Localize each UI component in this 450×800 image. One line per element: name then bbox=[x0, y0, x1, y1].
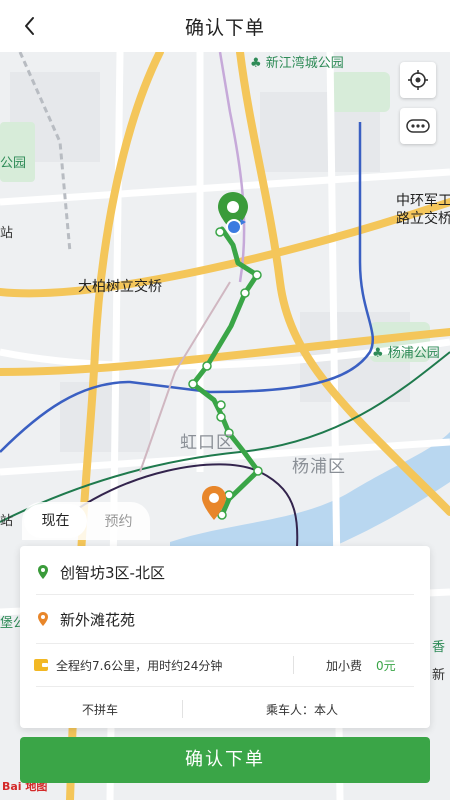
end-point-icon bbox=[38, 612, 48, 626]
map-label-hongkou: 虹口区 bbox=[180, 433, 234, 453]
divider bbox=[182, 700, 183, 718]
tab-now[interactable]: 现在 bbox=[24, 504, 87, 538]
tip-label[interactable]: 加小费 bbox=[326, 657, 362, 674]
start-location-text: 创智坊3区-北区 bbox=[60, 563, 165, 582]
map-label-park-left: 公园 bbox=[0, 156, 27, 171]
confirm-order-button[interactable]: 确认下单 bbox=[20, 737, 430, 783]
tip-value[interactable]: 0元 bbox=[376, 657, 396, 674]
trip-info-row: 全程约7.6公里，用时约24分钟 加小费 0元 bbox=[20, 646, 430, 684]
map-label-right-edge-1: 香 bbox=[432, 640, 446, 655]
map-label-dabaishu: 大柏树立交桥 bbox=[78, 279, 162, 295]
header-bar: 确认下单 bbox=[0, 0, 450, 52]
options-row: 不拼车 乘车人：本人 bbox=[20, 690, 430, 728]
divider bbox=[293, 656, 294, 674]
start-location-row[interactable]: 创智坊3区-北区 bbox=[20, 548, 430, 596]
order-card: 创智坊3区-北区 新外滩花苑 全程约7.6公里，用时约24分钟 加小费 0元 不… bbox=[20, 546, 430, 728]
park-icon: ♣ bbox=[250, 56, 262, 71]
map-label-right-edge-2: 新 bbox=[432, 668, 446, 683]
map-label-yangpu-park: ♣ 杨浦公园 bbox=[372, 346, 440, 361]
crosshair-icon bbox=[408, 70, 428, 90]
map-label-left-edge-2: 站 bbox=[0, 514, 14, 529]
tab-reserve[interactable]: 预约 bbox=[87, 511, 150, 531]
end-location-row[interactable]: 新外滩花苑 bbox=[20, 595, 430, 643]
map-label-park-top: ♣ 新江湾城公园 bbox=[250, 56, 344, 71]
map-label-left-edge-1: 站 bbox=[0, 226, 14, 241]
map-label-zhonghuan-2: 路立交桥 bbox=[396, 211, 450, 227]
trip-summary: 全程约7.6公里，用时约24分钟 bbox=[56, 658, 223, 673]
time-toggle: 现在 预约 bbox=[22, 502, 150, 540]
page-title: 确认下单 bbox=[184, 17, 265, 39]
more-dots-icon bbox=[406, 119, 430, 133]
wallet-icon bbox=[34, 659, 48, 671]
end-pin-icon bbox=[202, 486, 226, 520]
map-label-zhonghuan-1: 中环军工 bbox=[396, 193, 450, 209]
park-icon: ♣ bbox=[372, 346, 384, 361]
passenger-option[interactable]: 乘车人：本人 bbox=[266, 701, 338, 718]
map-label-yangpu: 杨浦区 bbox=[292, 457, 346, 477]
current-location-icon bbox=[226, 219, 246, 235]
divider bbox=[36, 643, 414, 644]
start-point-icon bbox=[38, 565, 48, 579]
divider bbox=[36, 686, 414, 687]
end-location-text: 新外滩花苑 bbox=[60, 610, 136, 629]
locate-button[interactable] bbox=[400, 62, 436, 98]
more-options-button[interactable] bbox=[400, 108, 436, 144]
carpool-option[interactable]: 不拼车 bbox=[82, 701, 118, 718]
